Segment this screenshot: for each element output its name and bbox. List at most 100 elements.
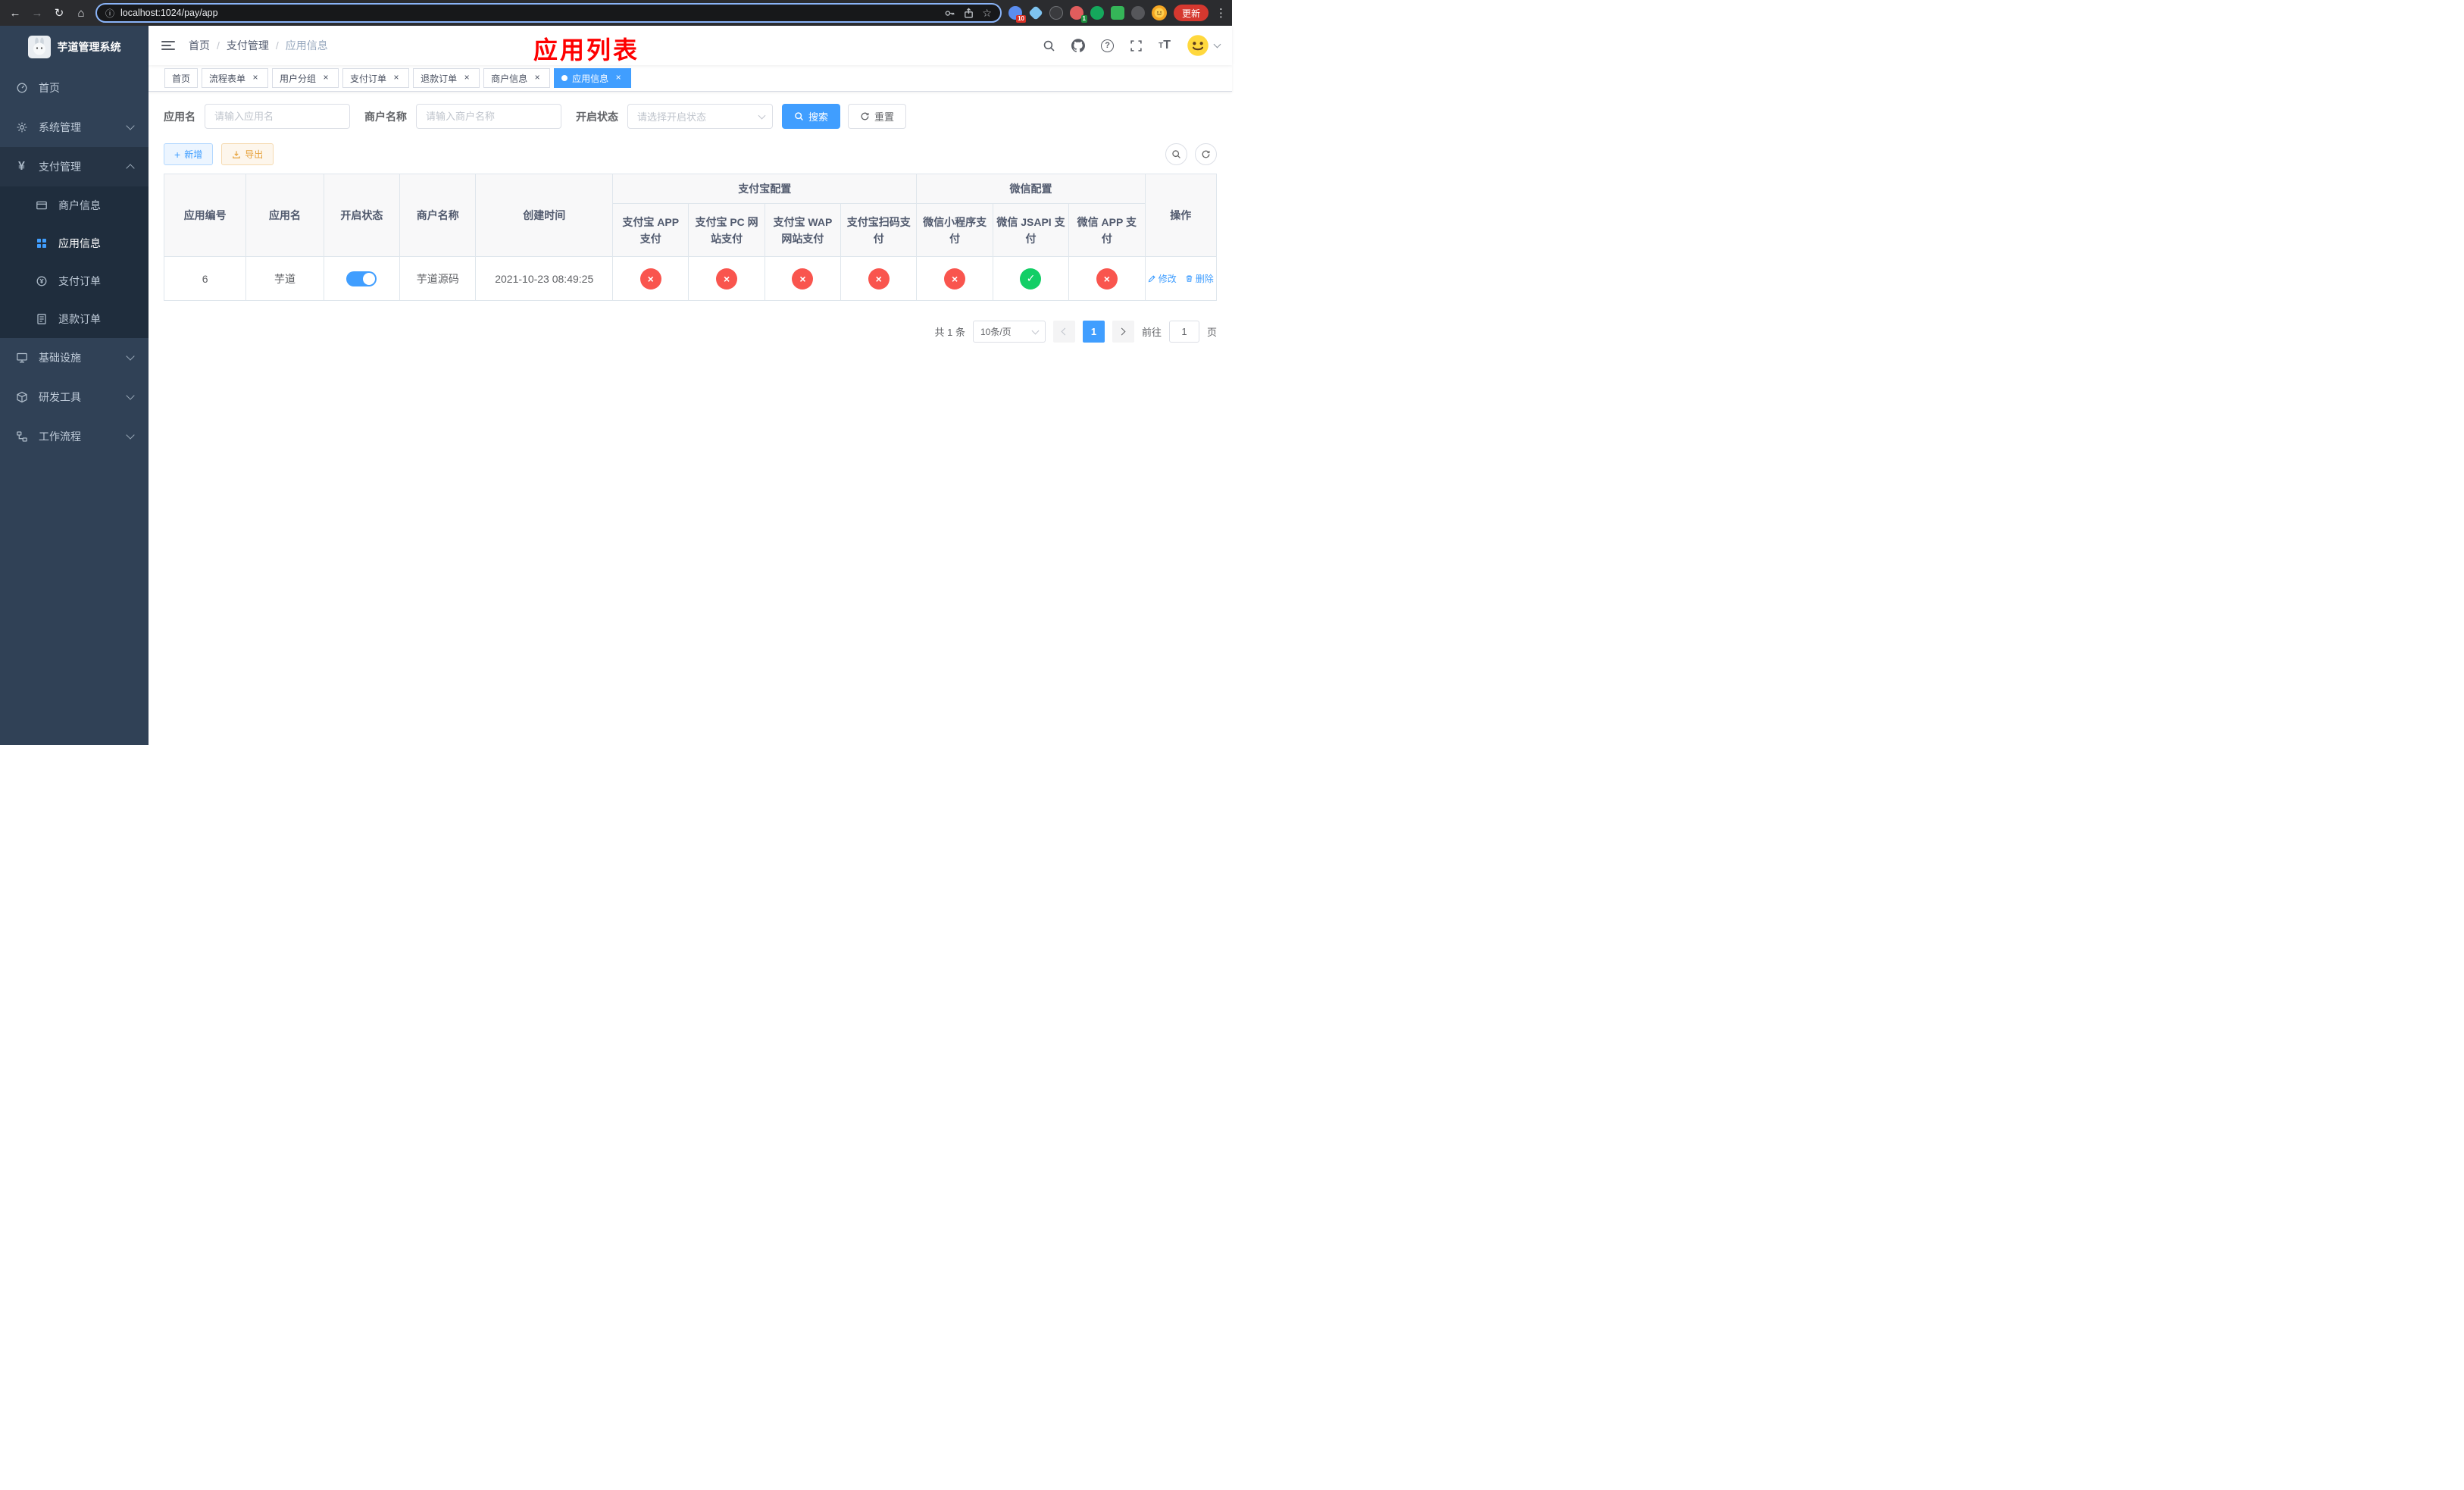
reload-button[interactable]: ↻: [52, 6, 67, 20]
status-select[interactable]: 请选择开启状态: [627, 104, 773, 129]
app-logo-row[interactable]: 芋道管理系统: [0, 26, 149, 68]
close-icon[interactable]: ×: [391, 73, 402, 83]
app-table: 应用编号 应用名 开启状态 商户名称 创建时间 支付宝配置 微信配置 操作 支付…: [163, 174, 1217, 301]
column-header-created: 创建时间: [475, 174, 614, 257]
active-dot: [561, 75, 568, 81]
merchant-name-input[interactable]: [416, 104, 561, 129]
page-size-select[interactable]: 10条/页: [972, 321, 1046, 343]
hamburger-icon[interactable]: [161, 41, 175, 50]
column-header-wx-jsapi: 微信 JSAPI 支付: [992, 203, 1070, 257]
extension-icon-3[interactable]: [1049, 6, 1063, 20]
goto-page-input[interactable]: [1168, 321, 1199, 343]
extension-icon-1[interactable]: 10: [1008, 6, 1026, 23]
alipay-app-status-icon: ×: [639, 268, 661, 290]
profile-avatar[interactable]: [1151, 5, 1167, 20]
goto-label: 前往: [1141, 327, 1162, 338]
sidebar-item-dev-tools[interactable]: 研发工具: [0, 377, 149, 417]
font-size-icon[interactable]: TT: [1159, 39, 1171, 52]
close-icon[interactable]: ×: [613, 73, 624, 83]
tab-home[interactable]: 首页: [164, 68, 199, 88]
user-avatar[interactable]: [1187, 34, 1209, 57]
app-name-input[interactable]: [205, 104, 350, 129]
sidebar-item-infrastructure[interactable]: 基础设施: [0, 338, 149, 377]
sidebar-item-merchant-info[interactable]: 商户信息: [0, 186, 149, 224]
sidebar-item-home[interactable]: 首页: [0, 68, 149, 108]
url-text[interactable]: localhost:1024/pay/app: [120, 8, 938, 18]
tab-user-group[interactable]: 用户分组 ×: [272, 68, 339, 88]
close-icon[interactable]: ×: [532, 73, 543, 83]
toggle-search-button[interactable]: [1165, 143, 1187, 165]
browser-menu-icon[interactable]: ⋮: [1215, 6, 1227, 20]
grid-icon: [35, 237, 48, 249]
monitor-icon: [15, 352, 28, 364]
tab-pay-order[interactable]: 支付订单 ×: [342, 68, 410, 88]
add-button[interactable]: + 新增: [164, 143, 214, 165]
prev-page-button[interactable]: [1052, 321, 1075, 343]
extension-icon-2[interactable]: [1028, 5, 1043, 20]
delete-link[interactable]: 删除: [1185, 272, 1214, 285]
address-bar[interactable]: ⓘ localhost:1024/pay/app ☆: [95, 3, 1002, 23]
search-icon[interactable]: [1043, 39, 1055, 52]
tab-refund-order[interactable]: 退款订单 ×: [413, 68, 480, 88]
tab-merchant-info[interactable]: 商户信息 ×: [483, 68, 551, 88]
extension-icon-4[interactable]: 1: [1069, 6, 1087, 23]
tags-view-bar: 首页 流程表单 × 用户分组 × 支付订单 × 退款订单 × 商户信息 × 应用信息 ×: [149, 65, 1232, 92]
help-icon[interactable]: ?: [1101, 39, 1115, 52]
close-icon[interactable]: ×: [250, 73, 261, 83]
pay-order-icon: [35, 275, 48, 287]
page-1-button[interactable]: 1: [1082, 321, 1105, 343]
gear-icon: [15, 121, 28, 133]
sidebar-item-system[interactable]: 系统管理: [0, 108, 149, 147]
edit-link[interactable]: 修改: [1148, 272, 1177, 285]
browser-update-button[interactable]: 更新: [1173, 5, 1209, 21]
user-menu[interactable]: [1187, 34, 1221, 57]
column-header-merchant: 商户名称: [399, 174, 477, 257]
extension-icon-6[interactable]: [1110, 6, 1124, 20]
status-toggle[interactable]: [346, 271, 377, 286]
sidebar-item-payment[interactable]: ¥ 支付管理: [0, 147, 149, 186]
bookmark-star-icon[interactable]: ☆: [982, 7, 992, 20]
fullscreen-icon[interactable]: [1130, 39, 1143, 52]
refresh-table-button[interactable]: [1195, 143, 1217, 165]
tab-process-form[interactable]: 流程表单 ×: [202, 68, 269, 88]
github-icon[interactable]: [1071, 39, 1086, 52]
column-group-wechat: 微信配置: [916, 174, 1146, 204]
breadcrumb: 首页 / 支付管理 / 应用信息: [189, 38, 328, 53]
column-group-alipay: 支付宝配置: [612, 174, 918, 204]
site-info-icon[interactable]: ⓘ: [105, 7, 114, 20]
wx-jsapi-status-icon: ✓: [1020, 268, 1042, 290]
breadcrumb-home[interactable]: 首页: [189, 38, 210, 53]
plus-icon: +: [174, 148, 181, 161]
search-form: 应用名 商户名称 开启状态 请选择开启状态 搜索 重置: [164, 104, 1217, 129]
page-suffix-label: 页: [1206, 327, 1217, 338]
extension-icon-5[interactable]: [1090, 6, 1104, 20]
sidebar-item-pay-order[interactable]: 支付订单: [0, 262, 149, 300]
forward-button[interactable]: →: [30, 7, 45, 20]
password-key-icon[interactable]: [944, 8, 955, 19]
chevron-down-icon: [1213, 40, 1221, 49]
reset-button[interactable]: 重置: [848, 104, 907, 129]
status-label: 开启状态: [576, 110, 618, 123]
next-page-button[interactable]: [1112, 321, 1134, 343]
back-button[interactable]: ←: [8, 7, 23, 20]
chevron-down-icon: [126, 352, 135, 361]
sidebar-item-app-info[interactable]: 应用信息: [0, 224, 149, 262]
wx-mini-status-icon: ×: [944, 268, 966, 290]
extension-icon-7[interactable]: [1130, 6, 1145, 20]
close-icon[interactable]: ×: [461, 73, 472, 83]
sidebar-item-workflow[interactable]: 工作流程: [0, 417, 149, 456]
column-header-actions: 操作: [1144, 174, 1217, 257]
share-icon[interactable]: [963, 7, 974, 19]
cell-status: [323, 256, 401, 301]
table-row: 6 芋道 芋道源码 2021-10-23 08:49:25 × × × × × …: [163, 256, 1217, 301]
search-button[interactable]: 搜索: [782, 104, 841, 129]
breadcrumb-payment[interactable]: 支付管理: [227, 38, 269, 53]
sidebar-item-refund-order[interactable]: 退款订单: [0, 300, 149, 338]
app-title: 芋道管理系统: [57, 41, 121, 53]
column-header-wx-mini: 微信小程序支付: [916, 203, 993, 257]
export-button[interactable]: 导出: [221, 143, 274, 165]
close-icon[interactable]: ×: [321, 73, 331, 83]
home-button[interactable]: ⌂: [73, 7, 89, 20]
tab-app-info[interactable]: 应用信息 ×: [554, 68, 632, 88]
document-icon: [35, 313, 48, 325]
